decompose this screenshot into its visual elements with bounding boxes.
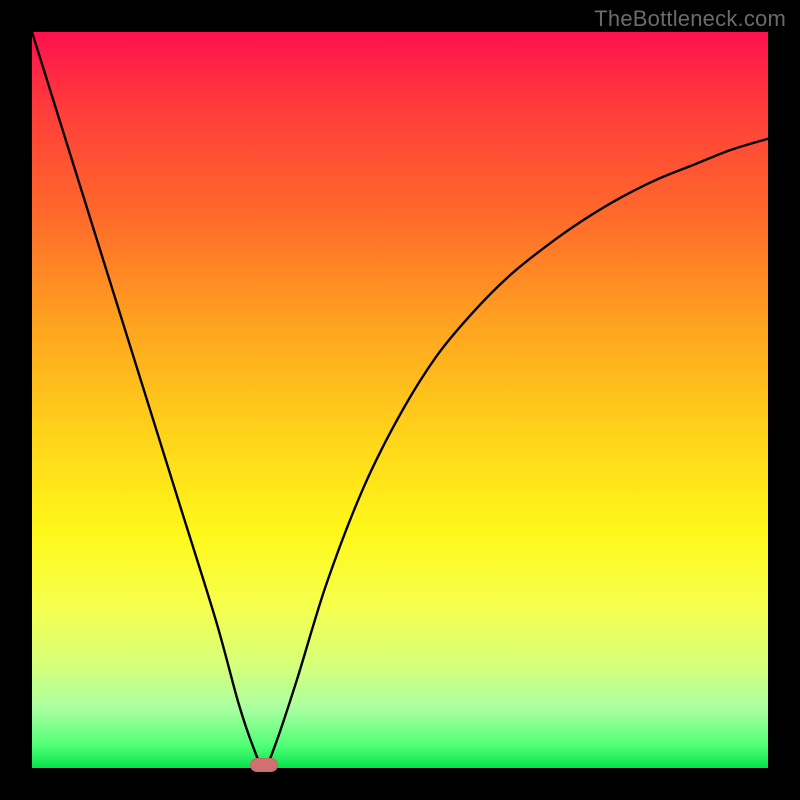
- chart-frame: TheBottleneck.com: [0, 0, 800, 800]
- plot-area: [32, 32, 768, 768]
- bottleneck-curve: [32, 32, 768, 768]
- minimum-marker: [250, 758, 278, 772]
- attribution-label: TheBottleneck.com: [594, 6, 786, 32]
